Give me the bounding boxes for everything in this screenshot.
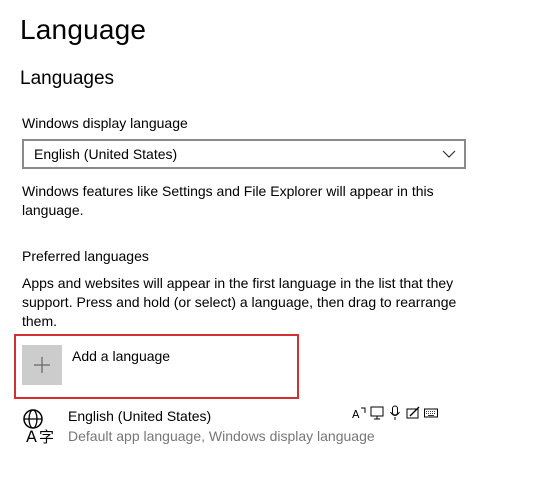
add-language-label[interactable]: Add a language [72,348,170,364]
display-language-select[interactable]: English (United States) [22,139,466,169]
language-feature-icons: A [352,405,438,421]
svg-text:字: 字 [39,428,54,444]
display-language-note: Windows features like Settings and File … [22,183,434,218]
language-icon: A 字 [23,409,54,444]
preferred-languages-label: Preferred languages [22,248,149,264]
language-item-subtitle: Default app language, Windows display la… [68,428,375,444]
display-language-icon [370,405,384,421]
page-title: Language [20,14,147,45]
display-language-label: Windows display language [22,115,188,131]
language-item-name[interactable]: English (United States) [68,408,211,424]
display-language-value: English (United States) [34,146,178,162]
handwriting-icon [406,405,420,421]
plus-icon [34,357,50,373]
add-language-button[interactable] [22,345,62,385]
preferred-languages-description: Apps and websites will appear in the fir… [22,275,457,329]
text-to-speech-icon: A [352,405,366,421]
languages-heading: Languages [20,68,115,89]
chevron-down-icon [442,150,456,158]
svg-text:A: A [352,408,360,421]
svg-text:A: A [26,427,37,444]
speech-recognition-icon [388,405,402,421]
keyboard-icon [424,405,438,421]
